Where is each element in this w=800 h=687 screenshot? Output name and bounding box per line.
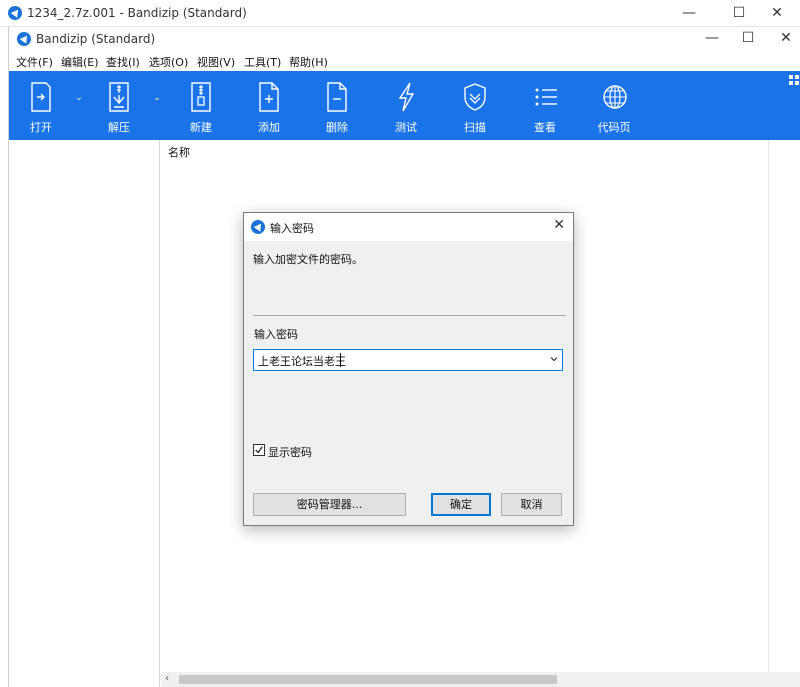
new-archive-icon xyxy=(191,82,211,112)
dialog-title-bar: 输入密码 ✕ xyxy=(244,213,573,241)
toolbar: 打开 ⌄ 解压 ⌄ 新建 添加 删除 测试 扫描 查看 代码页 xyxy=(9,71,800,140)
menu-edit[interactable]: 编辑(E) xyxy=(61,54,99,70)
bandizip-logo-icon xyxy=(8,6,22,20)
toolbar-view-button[interactable]: 查看 xyxy=(515,71,575,140)
password-combobox[interactable]: 上老王论坛当老王 xyxy=(253,349,563,371)
menu-find[interactable]: 查找(I) xyxy=(106,54,140,70)
show-password-checkbox[interactable] xyxy=(253,444,265,456)
menu-bar: 文件(F) 编辑(E) 查找(I) 选项(O) 视图(V) 工具(T) 帮助(H… xyxy=(9,51,800,71)
test-icon xyxy=(398,82,415,112)
open-icon xyxy=(31,82,51,112)
text-caret xyxy=(340,353,341,367)
folder-tree-pane[interactable] xyxy=(9,140,160,687)
codepage-globe-icon xyxy=(603,85,627,109)
password-field-label: 输入密码 xyxy=(254,328,298,341)
scan-shield-icon xyxy=(464,83,486,111)
chevron-down-icon[interactable] xyxy=(550,355,558,363)
scroll-left-arrow-icon[interactable]: ‹ xyxy=(165,673,169,684)
app-close-button[interactable]: ✕ xyxy=(763,25,800,52)
menu-help[interactable]: 帮助(H) xyxy=(289,54,328,70)
horizontal-scrollbar[interactable]: ‹ xyxy=(161,672,800,687)
outer-close-button[interactable]: ✕ xyxy=(754,0,800,27)
outer-title-bar: 1234_2.7z.001 - Bandizip (Standard) — ☐ … xyxy=(0,0,800,27)
toolbar-scan-label: 扫描 xyxy=(464,121,486,134)
toolbar-add-button[interactable]: 添加 xyxy=(239,71,299,140)
show-password-label[interactable]: 显示密码 xyxy=(268,444,312,460)
add-file-icon xyxy=(259,82,279,112)
dialog-close-button[interactable]: ✕ xyxy=(553,217,565,233)
toolbar-view-label: 查看 xyxy=(534,121,556,134)
app-title-bar: Bandizip (Standard) — ☐ ✕ xyxy=(9,27,800,51)
bandizip-logo-icon xyxy=(251,220,265,234)
app-window-title: Bandizip (Standard) xyxy=(36,32,156,46)
dialog-separator xyxy=(253,315,566,316)
extract-icon xyxy=(109,82,129,112)
delete-file-icon xyxy=(327,82,347,112)
toolbar-test-button[interactable]: 测试 xyxy=(376,71,436,140)
toolbar-new-button[interactable]: 新建 xyxy=(171,71,231,140)
password-dialog: 输入密码 ✕ 输入加密文件的密码。 输入密码 上老王论坛当老王 显示密码 密码管… xyxy=(243,212,574,526)
toolbar-add-label: 添加 xyxy=(258,121,280,134)
ok-button[interactable]: 确定 xyxy=(431,493,491,516)
toolbar-scan-button[interactable]: 扫描 xyxy=(445,71,505,140)
toolbar-extract-label: 解压 xyxy=(108,121,130,134)
dialog-title: 输入密码 xyxy=(270,222,314,235)
toolbar-open-label: 打开 xyxy=(30,121,52,134)
scrollbar-thumb[interactable] xyxy=(179,675,557,684)
column-header-name[interactable]: 名称 xyxy=(168,144,190,160)
toolbar-codepage-button[interactable]: 代码页 xyxy=(584,71,644,140)
toolbar-delete-button[interactable]: 删除 xyxy=(307,71,367,140)
toolbar-open-button[interactable]: 打开 xyxy=(11,71,71,140)
toolbar-delete-label: 删除 xyxy=(326,121,348,134)
layout-grid-icon[interactable] xyxy=(789,75,799,85)
menu-view[interactable]: 视图(V) xyxy=(197,54,235,70)
menu-file[interactable]: 文件(F) xyxy=(16,54,53,70)
menu-tools[interactable]: 工具(T) xyxy=(244,54,281,70)
outer-minimize-button[interactable]: — xyxy=(666,0,712,27)
toolbar-new-label: 新建 xyxy=(190,121,212,134)
dialog-description: 输入加密文件的密码。 xyxy=(253,253,363,266)
bandizip-logo-icon xyxy=(17,32,31,46)
extract-dropdown-chevron-icon[interactable]: ⌄ xyxy=(152,93,162,103)
toolbar-extract-button[interactable]: 解压 xyxy=(89,71,149,140)
checkmark-icon xyxy=(255,446,263,454)
toolbar-test-label: 测试 xyxy=(395,121,417,134)
menu-options[interactable]: 选项(O) xyxy=(149,54,188,70)
password-input-value[interactable]: 上老王论坛当老王 xyxy=(258,353,346,369)
pane-divider xyxy=(768,140,769,675)
cancel-button[interactable]: 取消 xyxy=(501,493,562,516)
toolbar-codepage-label: 代码页 xyxy=(597,121,631,134)
view-list-icon xyxy=(535,88,557,106)
password-manager-button[interactable]: 密码管理器... xyxy=(253,493,406,516)
open-dropdown-chevron-icon[interactable]: ⌄ xyxy=(74,93,84,103)
outer-window-title: 1234_2.7z.001 - Bandizip (Standard) xyxy=(27,6,247,20)
